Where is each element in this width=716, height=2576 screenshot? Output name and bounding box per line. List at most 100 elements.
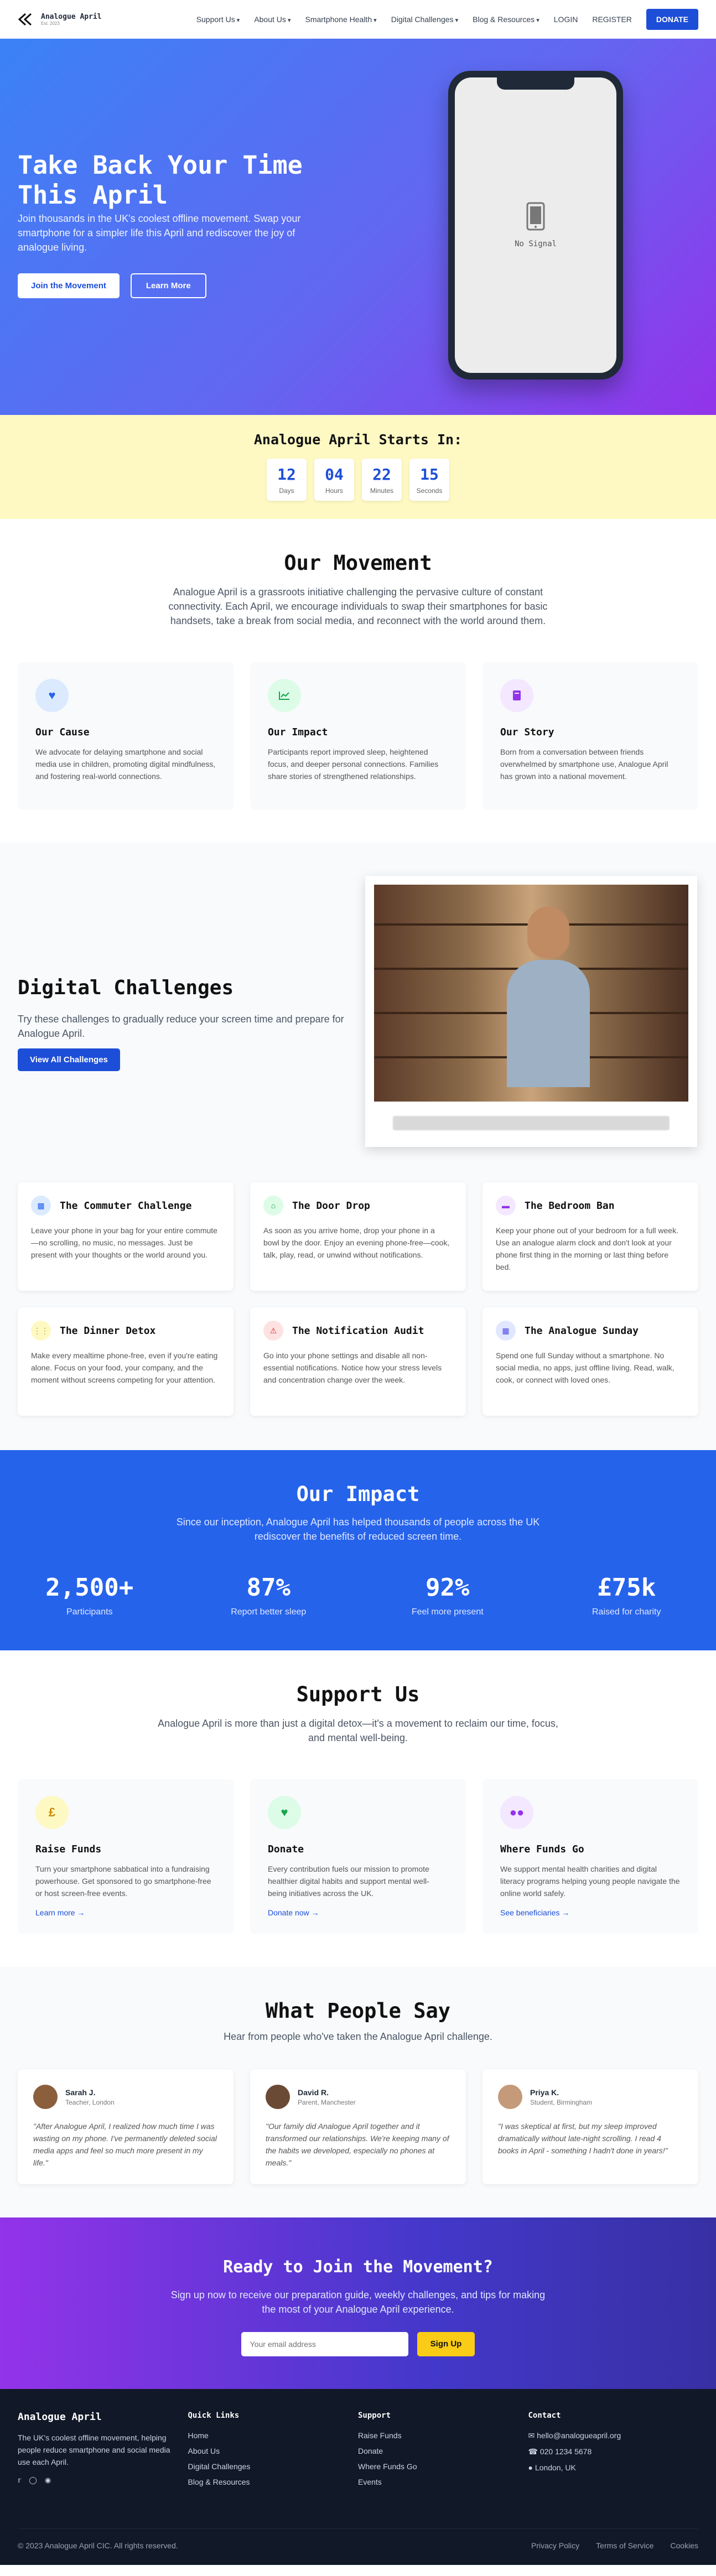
sign-up-button[interactable]: Sign Up: [417, 2332, 475, 2356]
contact-location-text: London, UK: [535, 2463, 576, 2472]
testimonial-card: Priya K. Student, Birmingham "I was skept…: [482, 2069, 698, 2184]
terms-link[interactable]: Terms of Service: [596, 2541, 653, 2550]
footer-link-blog[interactable]: Blog & Resources: [188, 2478, 359, 2486]
twitter-icon[interactable]: 𝕣: [18, 2476, 21, 2485]
challenge-card-commuter[interactable]: ▩ The Commuter Challenge Leave your phone …: [18, 1182, 234, 1291]
footer-link-events[interactable]: Events: [358, 2478, 528, 2486]
countdown-label: Seconds: [416, 487, 443, 495]
support-title: Support Us: [296, 1682, 420, 1706]
challenge-text: Make every mealtime phone-free, even if …: [31, 1351, 218, 1384]
contact-phone[interactable]: ☎ 020 1234 5678: [528, 2447, 699, 2456]
testimonial-quote: "I was skeptical at first, but my sleep …: [498, 2122, 668, 2155]
logo-title: Analogue April: [41, 12, 102, 21]
stat-sleep: 87% Report better sleep: [179, 1573, 359, 1617]
privacy-policy-link[interactable]: Privacy Policy: [531, 2541, 579, 2550]
see-beneficiaries-link[interactable]: See beneficiaries →: [500, 1908, 681, 1917]
countdown-section: Analogue April Starts In: 12 Days 04 Hours…: [0, 415, 716, 519]
bus-icon: ▩: [31, 1196, 51, 1216]
impact-section: Our Impact Since our inception, Analogue…: [0, 1450, 716, 1650]
card-title: Our Impact: [268, 726, 328, 738]
raise-funds-card: £ Raise Funds Turn your smartphone sabba…: [18, 1779, 234, 1934]
copyright: © 2023 Analogue April CIC. All rights re…: [18, 2541, 178, 2550]
instagram-icon[interactable]: ◯: [29, 2476, 37, 2485]
login-link[interactable]: LOGIN: [554, 15, 578, 24]
cookies-link[interactable]: Cookies: [670, 2541, 698, 2550]
register-link[interactable]: REGISTER: [592, 15, 632, 24]
card-title: Our Cause: [35, 726, 90, 738]
photo-frame: [365, 876, 697, 1147]
movement-title: Our Movement: [284, 551, 432, 575]
challenge-text: Keep your phone out of your bedroom for …: [496, 1226, 678, 1271]
donate-now-link[interactable]: Donate now →: [268, 1908, 448, 1917]
testimonial-role: Student, Birmingham: [530, 2098, 593, 2106]
countdown-minutes: 22 Minutes: [362, 459, 402, 501]
no-signal-text: No Signal: [515, 240, 557, 248]
phone-mockup: No Signal: [448, 71, 623, 380]
phone-notch: [497, 77, 574, 90]
countdown-value: 04: [325, 465, 344, 484]
countdown-title: Analogue April Starts In:: [253, 432, 463, 448]
testimonial-name: Sarah J.: [65, 2087, 96, 2097]
facebook-icon[interactable]: ◉: [45, 2476, 51, 2485]
support-section: Support Us Analogue April is more than j…: [0, 1650, 716, 1967]
logo-subtitle: Est. 2023: [41, 20, 60, 26]
challenge-card-bedroom-ban[interactable]: ▬ The Bedroom Ban Keep your phone out of y…: [482, 1182, 698, 1291]
card-text: We support mental health charities and d…: [500, 1865, 680, 1898]
footer-brand: Analogue April: [18, 2411, 102, 2423]
footer-link-challenges[interactable]: Digital Challenges: [188, 2462, 359, 2471]
footer-link-home[interactable]: Home: [188, 2431, 359, 2440]
menu-smartphone-health[interactable]: Smartphone Health: [305, 15, 376, 24]
footer-link-raise-funds[interactable]: Raise Funds: [358, 2431, 528, 2440]
challenge-title: The Bedroom Ban: [525, 1199, 615, 1212]
join-movement-button[interactable]: Join the Movement: [18, 273, 120, 298]
challenge-text: Leave your phone in your bag for your en…: [31, 1226, 217, 1259]
stat-label: Feel more present: [411, 1607, 484, 1617]
menu-support-us[interactable]: Support Us: [196, 15, 240, 24]
stat-label: Raised for charity: [592, 1607, 661, 1617]
hero-subtitle: Join thousands in the UK's coolest offli…: [18, 213, 301, 253]
learn-more-link[interactable]: Learn more →: [35, 1908, 216, 1917]
stat-label: Report better sleep: [231, 1607, 307, 1617]
impact-text: Since our inception, Analogue April has …: [176, 1516, 540, 1542]
stat-value: 92%: [426, 1573, 470, 1602]
donate-button[interactable]: DONATE: [646, 8, 698, 30]
challenge-card-analogue-sunday[interactable]: ▦ The Analogue Sunday Spend one full Sunda…: [482, 1307, 698, 1416]
challenge-card-door-drop[interactable]: ⌂ The Door Drop As soon as you arrive home…: [250, 1182, 466, 1291]
impact-title: Our Impact: [296, 1482, 420, 1506]
testimonial-quote: "Our family did Analogue April together …: [266, 2122, 449, 2167]
challenge-title: The Commuter Challenge: [60, 1199, 192, 1212]
card-text: Born from a conversation between friends…: [500, 747, 668, 781]
view-all-challenges-button[interactable]: View All Challenges: [18, 1048, 120, 1071]
contact-email[interactable]: ✉ hello@analogueapril.org: [528, 2431, 699, 2440]
countdown-hours: 04 Hours: [314, 459, 354, 501]
menu-digital-challenges[interactable]: Digital Challenges: [391, 15, 458, 24]
countdown-days: 12 Days: [267, 459, 307, 501]
testimonials-text: Hear from people who've taken the Analog…: [224, 2031, 492, 2042]
countdown-value: 22: [372, 465, 391, 484]
footer-link-where-funds-go[interactable]: Where Funds Go: [358, 2462, 528, 2471]
avatar: [266, 2085, 290, 2109]
challenges-section: Digital Challenges Try these challenges …: [0, 843, 716, 1450]
impact-card: Our Impact Participants report improved …: [250, 662, 466, 809]
learn-more-button[interactable]: Learn More: [130, 273, 206, 298]
card-text: Every contribution fuels our mission to …: [268, 1865, 429, 1898]
card-title: Our Story: [500, 726, 554, 738]
card-text: Participants report improved sleep, heig…: [268, 747, 439, 781]
movement-section: Our Movement Analogue April is a grassro…: [0, 519, 716, 843]
stat-charity: £75k Raised for charity: [537, 1573, 716, 1617]
challenge-card-notification-audit[interactable]: ⚠ The Notification Audit Go into your phon…: [250, 1307, 466, 1416]
email-input[interactable]: [241, 2332, 408, 2356]
footer-link-donate[interactable]: Donate: [358, 2447, 528, 2455]
footer-link-about[interactable]: About Us: [188, 2447, 359, 2455]
menu-about-us[interactable]: About Us: [254, 15, 290, 24]
menu-blog-resources[interactable]: Blog & Resources: [473, 15, 539, 24]
challenge-title: The Door Drop: [292, 1199, 370, 1212]
users-icon: ●●: [500, 1796, 533, 1829]
cta-text: Sign up now to receive our preparation g…: [170, 2289, 546, 2315]
logo[interactable]: Analogue April Est. 2023: [18, 13, 102, 26]
challenge-card-dinner-detox[interactable]: ⋮⋮ The Dinner Detox Make every mealtime ph…: [18, 1307, 234, 1416]
avatar: [498, 2085, 522, 2109]
testimonial-role: Parent, Manchester: [298, 2098, 356, 2106]
book-icon: [500, 679, 533, 712]
card-title: Raise Funds: [35, 1843, 102, 1855]
